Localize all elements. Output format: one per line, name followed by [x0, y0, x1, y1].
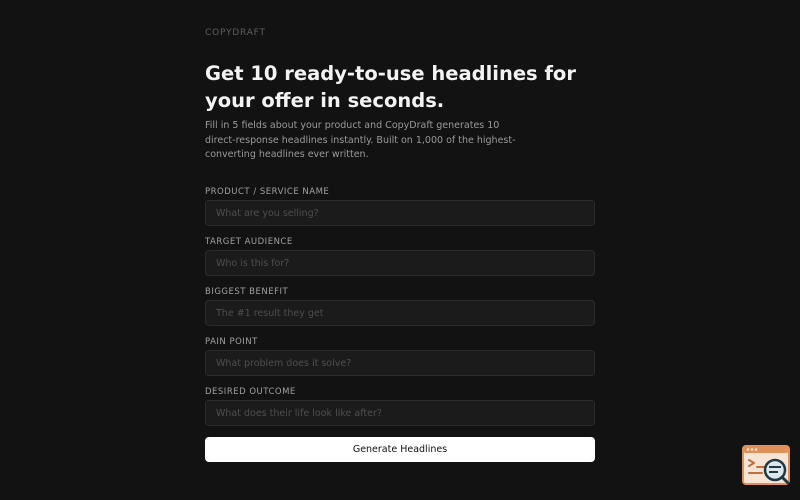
page-description: Fill in 5 fields about your product and …: [205, 120, 516, 160]
biggest-benefit-input[interactable]: [205, 300, 595, 326]
code-review-widget[interactable]: [742, 445, 790, 485]
target-audience-input[interactable]: [205, 250, 595, 276]
target-audience-label: TARGET AUDIENCE: [205, 237, 293, 247]
pain-point-input[interactable]: [205, 350, 595, 376]
pain-point-label: PAIN POINT: [205, 337, 258, 347]
desired-outcome-label: DESIRED OUTCOME: [205, 387, 296, 397]
generate-headlines-button[interactable]: Generate Headlines: [205, 437, 595, 462]
desired-outcome-input[interactable]: [205, 400, 595, 426]
code-review-icon: [742, 445, 790, 485]
page: COPYDRAFT Get 10 ready-to-use headlines …: [0, 0, 800, 500]
brand-label: COPYDRAFT: [205, 28, 266, 38]
product-name-input[interactable]: [205, 200, 595, 226]
page-headline: Get 10 ready-to-use headlines for your o…: [205, 62, 576, 112]
product-name-label: PRODUCT / SERVICE NAME: [205, 187, 330, 197]
biggest-benefit-label: BIGGEST BENEFIT: [205, 287, 289, 297]
